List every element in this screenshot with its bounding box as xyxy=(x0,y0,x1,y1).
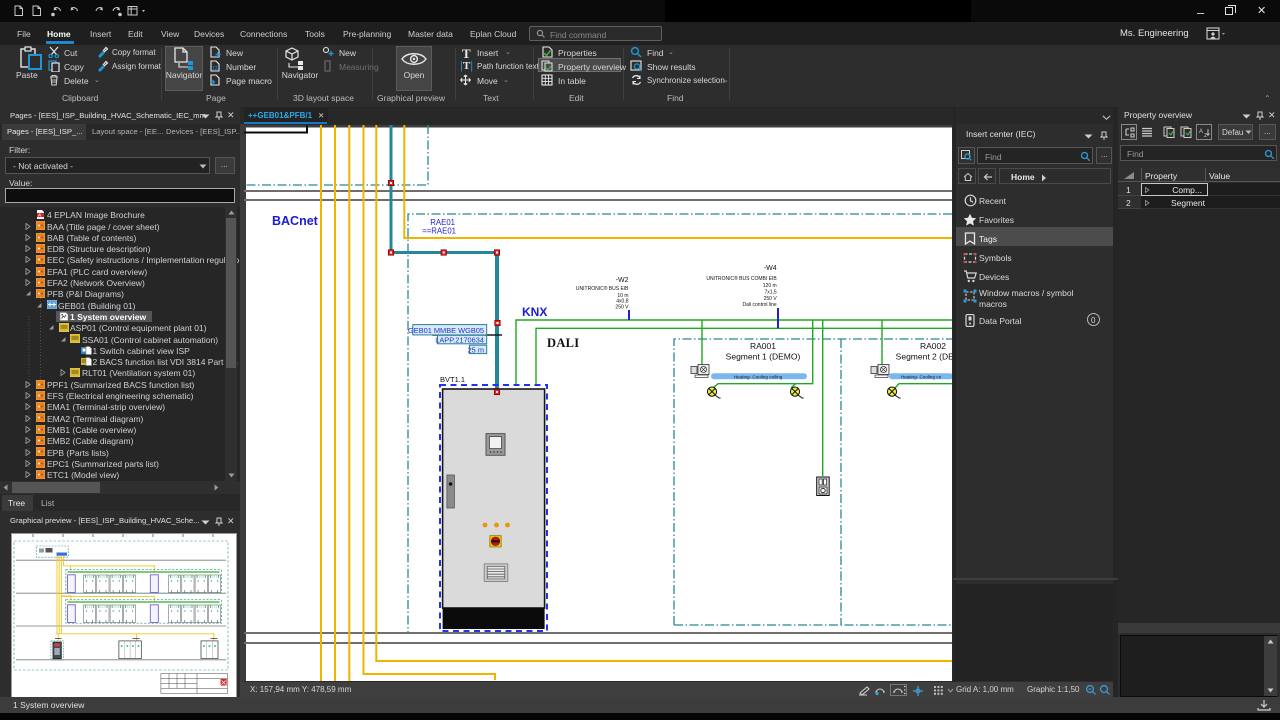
svg-text:250 V: 250 V xyxy=(615,305,629,311)
svg-text:Heating- Cooling ce: Heating- Cooling ce xyxy=(901,374,942,379)
svg-text:120 m: 120 m xyxy=(763,283,777,289)
svg-text:KNX: KNX xyxy=(522,305,547,319)
svg-text:Heating- Cooling ceiling: Heating- Cooling ceiling xyxy=(734,374,783,379)
svg-text:LAPP.2170634: LAPP.2170634 xyxy=(435,336,484,345)
svg-text:BACnet: BACnet xyxy=(272,214,319,228)
svg-text:RA001: RA001 xyxy=(750,341,776,351)
svg-text:UNITRONIC® BUS EIB: UNITRONIC® BUS EIB xyxy=(576,285,629,292)
svg-text:123: 123 xyxy=(212,66,221,72)
svg-text:RA002: RA002 xyxy=(920,341,946,351)
svg-text:DALI: DALI xyxy=(547,336,579,350)
svg-text:7x1,5: 7x1,5 xyxy=(764,290,776,296)
svg-text:25 m: 25 m xyxy=(468,345,484,354)
svg-text:==RAE01: ==RAE01 xyxy=(422,226,456,235)
svg-text:UNITRONIC® BUS COMBI EIB: UNITRONIC® BUS COMBI EIB xyxy=(706,275,777,282)
svg-text:A: A xyxy=(1199,129,1203,135)
svg-text:-W2: -W2 xyxy=(616,277,629,284)
svg-text:Segment 1 (DEMO): Segment 1 (DEMO) xyxy=(726,352,801,362)
svg-text:GEB01 MMBE WGB05: GEB01 MMBE WGB05 xyxy=(408,326,484,335)
svg-text:Segment 2 (DEMO): Segment 2 (DEMO) xyxy=(896,352,952,362)
svg-text:-W4: -W4 xyxy=(764,265,777,272)
svg-text:Dali control line: Dali control line xyxy=(743,302,777,308)
svg-text:BVT1.1: BVT1.1 xyxy=(440,375,465,384)
